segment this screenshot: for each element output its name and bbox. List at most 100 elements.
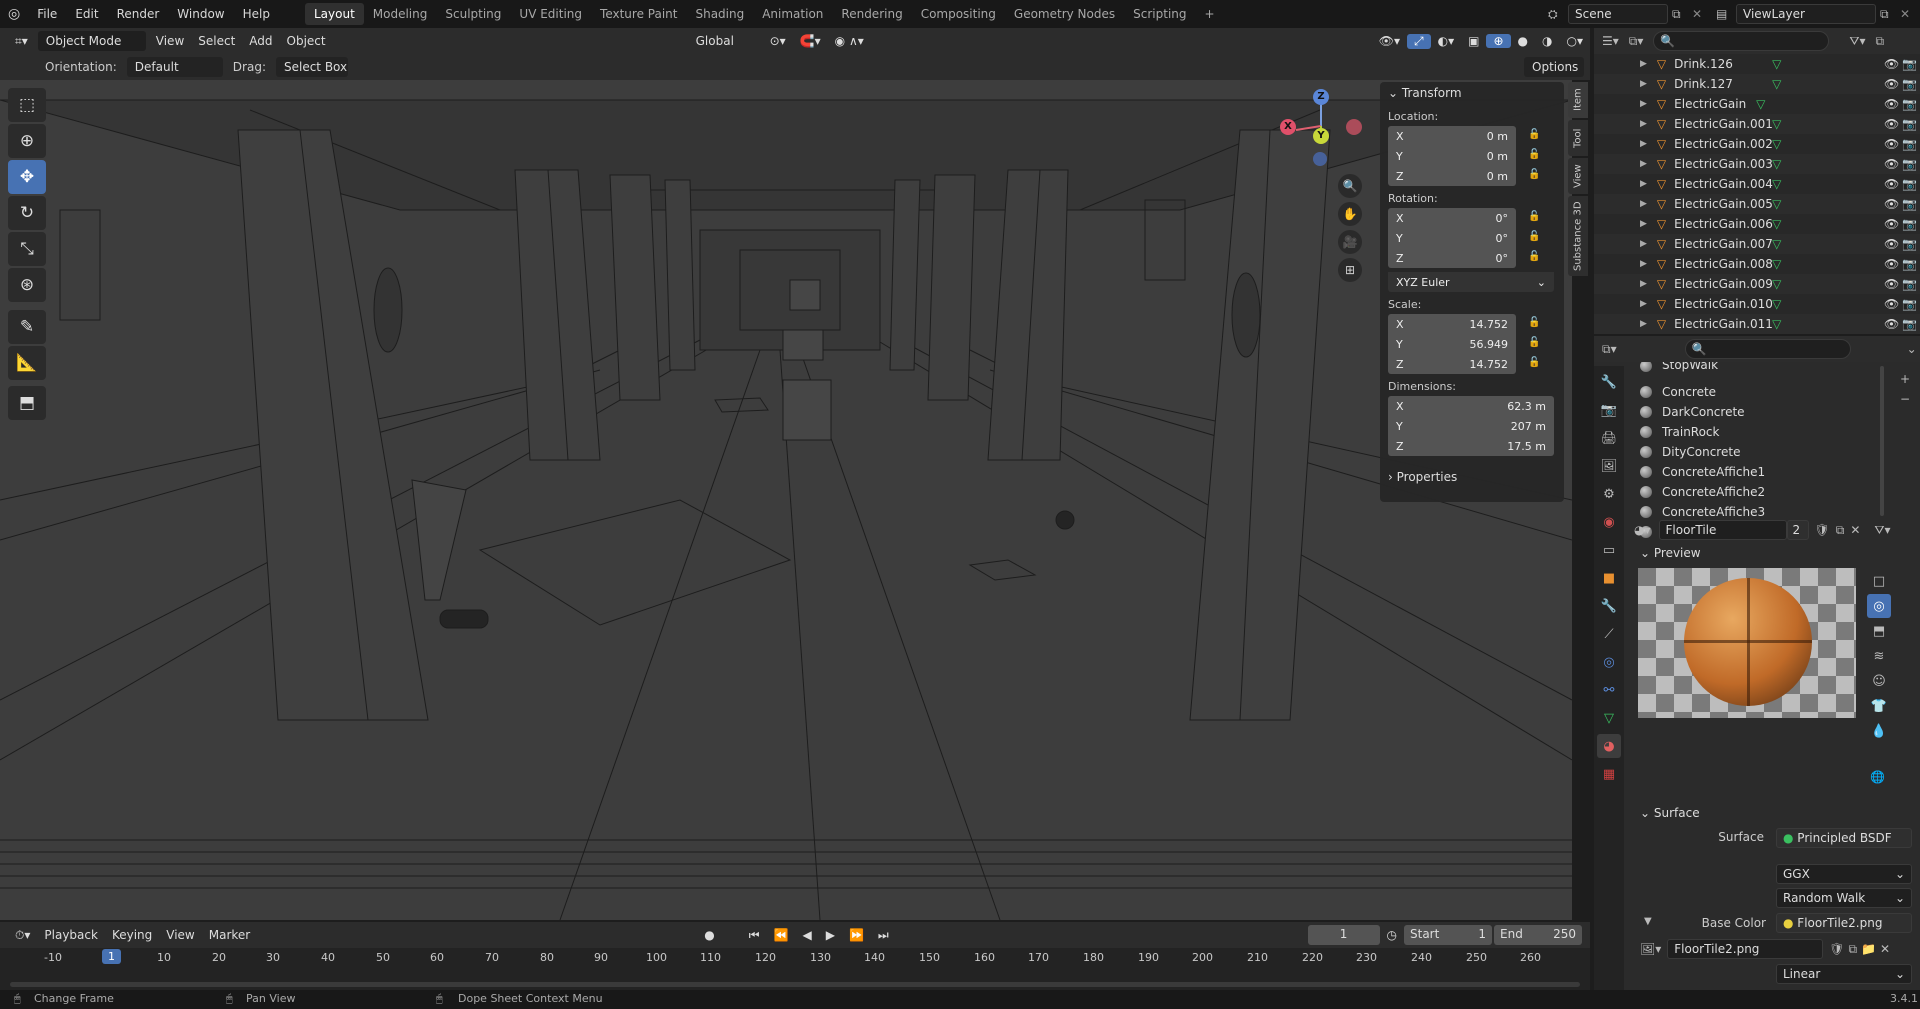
mode-selector[interactable]: Object Mode bbox=[37, 31, 146, 51]
expand-arrow-icon[interactable]: ▶ bbox=[1640, 159, 1647, 169]
render-camera-icon[interactable]: 📷 bbox=[1902, 117, 1917, 131]
render-camera-icon[interactable]: 📷 bbox=[1902, 97, 1917, 111]
rotation-z-field[interactable]: Z 0° 🔓 bbox=[1388, 248, 1540, 268]
jump-end-icon[interactable]: ⏭ bbox=[871, 928, 896, 943]
end-frame-field[interactable]: End 250 bbox=[1494, 925, 1582, 945]
visibility-eye-icon[interactable]: 👁 bbox=[1884, 137, 1899, 151]
render-camera-icon[interactable]: 📷 bbox=[1902, 77, 1917, 91]
viewlayer-close-icon[interactable]: ✕ bbox=[1900, 7, 1920, 21]
tab-rendering[interactable]: Rendering bbox=[832, 3, 911, 25]
menu-help[interactable]: Help bbox=[234, 0, 279, 28]
prev-keyframe-icon[interactable]: ⏪ bbox=[767, 928, 796, 942]
tab-item[interactable]: Item bbox=[1568, 82, 1588, 118]
distribution-selector[interactable]: GGX ⌄ bbox=[1776, 864, 1912, 884]
render-camera-icon[interactable]: 📷 bbox=[1902, 237, 1917, 251]
node-filter-icon[interactable]: ⛛▾ bbox=[1874, 523, 1890, 538]
location-z-field[interactable]: Z0 m 🔓 bbox=[1388, 166, 1540, 186]
transform-orientation-selector[interactable]: Global bbox=[687, 31, 760, 51]
preview-panel-header[interactable]: ⌄ Preview bbox=[1640, 546, 1701, 560]
constraints-props-icon[interactable]: ⚯ bbox=[1597, 678, 1621, 702]
collection-props-icon[interactable]: ▭ bbox=[1597, 538, 1621, 562]
outliner-row[interactable]: ▶ ▽ ElectricGain.009 ▽ 👁 📷 bbox=[1594, 274, 1920, 294]
blender-logo-icon[interactable]: ◎ bbox=[0, 0, 28, 28]
tab-scripting[interactable]: Scripting bbox=[1124, 3, 1195, 25]
expand-arrow-icon[interactable]: ▶ bbox=[1640, 99, 1647, 109]
rotation-mode-selector[interactable]: XYZ Euler ⌄ bbox=[1388, 272, 1554, 292]
dimensions-z-field[interactable]: Z 17.5 m bbox=[1388, 436, 1554, 456]
material-slot[interactable]: DarkConcrete bbox=[1640, 402, 1745, 422]
outliner-row[interactable]: ▶ ▽ ElectricGain.002 ▽ 👁 📷 bbox=[1594, 134, 1920, 154]
outliner-row[interactable]: ▶ ▽ ElectricGain.008 ▽ 👁 📷 bbox=[1594, 254, 1920, 274]
visibility-eye-icon[interactable]: 👁 bbox=[1884, 237, 1899, 251]
render-camera-icon[interactable]: 📷 bbox=[1902, 177, 1917, 191]
render-camera-icon[interactable]: 📷 bbox=[1902, 277, 1917, 291]
expand-arrow-icon[interactable]: ▶ bbox=[1640, 79, 1647, 89]
outliner-row[interactable]: ▶ ▽ ElectricGain.001 ▽ 👁 📷 bbox=[1594, 114, 1920, 134]
material-props-icon[interactable]: ◕ bbox=[1597, 734, 1621, 758]
expand-arrow-icon[interactable]: ▶ bbox=[1640, 279, 1647, 289]
lock-icon[interactable]: 🔓 bbox=[1528, 231, 1540, 243]
scene-close-icon[interactable]: ✕ bbox=[1692, 7, 1716, 21]
image-duplicate-icon[interactable]: ⧉ bbox=[1849, 942, 1858, 957]
lock-icon[interactable]: 🔓 bbox=[1528, 357, 1540, 369]
base-color-field[interactable]: ● FloorTile2.png bbox=[1776, 913, 1912, 933]
scene-new-icon[interactable]: ⧉ bbox=[1672, 7, 1692, 22]
shading-rendered-icon[interactable]: ○▾ bbox=[1560, 34, 1591, 48]
timeline-editor-icon[interactable]: ⏱▾ bbox=[8, 928, 37, 943]
play-reverse-icon[interactable]: ◀ bbox=[795, 928, 818, 942]
scene-props-icon[interactable]: ⚙ bbox=[1597, 482, 1621, 506]
editor-type-icon[interactable]: ⌗▾ bbox=[8, 34, 35, 49]
slot-add-button[interactable]: + bbox=[1900, 372, 1910, 386]
visibility-eye-icon[interactable]: 👁 bbox=[1884, 217, 1899, 231]
preview-cloth-icon[interactable]: 👕 bbox=[1867, 694, 1891, 718]
subsurface-method-selector[interactable]: Random Walk ⌄ bbox=[1776, 888, 1912, 908]
image-name-field[interactable]: FloorTile2.png bbox=[1667, 939, 1824, 959]
material-slot[interactable]: StopWalk bbox=[1640, 362, 1718, 372]
tab-shading[interactable]: Shading bbox=[686, 3, 753, 25]
menu-select[interactable]: Select bbox=[191, 34, 242, 48]
visibility-eye-icon[interactable]: 👁 bbox=[1884, 277, 1899, 291]
tab-geometry-nodes[interactable]: Geometry Nodes bbox=[1005, 3, 1124, 25]
gizmo-x-axis[interactable]: X bbox=[1280, 119, 1296, 135]
image-unlink-icon[interactable]: ✕ bbox=[1880, 942, 1890, 956]
material-slot[interactable]: TrainRock bbox=[1640, 422, 1719, 442]
menu-file[interactable]: File bbox=[28, 0, 66, 28]
outliner-row[interactable]: ▶ ▽ ElectricGain.006 ▽ 👁 📷 bbox=[1594, 214, 1920, 234]
tab-animation[interactable]: Animation bbox=[753, 3, 832, 25]
menu-edit[interactable]: Edit bbox=[66, 0, 107, 28]
outliner-display-icon[interactable]: ⧉▾ bbox=[1629, 34, 1644, 49]
preview-monkey-icon[interactable]: ☺ bbox=[1867, 669, 1891, 693]
add-workspace-button[interactable]: + bbox=[1196, 3, 1224, 25]
visibility-eye-icon[interactable]: 👁 bbox=[1884, 97, 1899, 111]
shading-material-icon[interactable]: ◑ bbox=[1535, 34, 1559, 48]
filter-icon[interactable]: ⛛▾ bbox=[1849, 34, 1865, 49]
expand-arrow-icon[interactable]: ▶ bbox=[1640, 59, 1647, 69]
snap-icon[interactable]: 🧲▾ bbox=[793, 34, 828, 48]
scale-y-field[interactable]: Y 56.949 🔓 bbox=[1388, 334, 1540, 354]
dimensions-x-field[interactable]: X 62.3 m bbox=[1388, 396, 1554, 416]
outliner-row[interactable]: ▶ ▽ ElectricGain ▽ 👁 📷 bbox=[1594, 94, 1920, 114]
render-props-icon[interactable]: 📷 bbox=[1597, 398, 1621, 422]
particles-props-icon[interactable]: ⟋ bbox=[1597, 622, 1621, 646]
orientation-selector[interactable]: Default bbox=[126, 57, 223, 77]
expand-arrow-icon[interactable]: ▶ bbox=[1640, 299, 1647, 309]
material-slot[interactable]: DityConcrete bbox=[1640, 442, 1740, 462]
preview-flat-icon[interactable]: □ bbox=[1867, 569, 1891, 593]
record-icon[interactable]: ● bbox=[697, 928, 721, 942]
add-cube-tool-icon[interactable]: ⬒ bbox=[8, 386, 46, 420]
render-camera-icon[interactable]: 📷 bbox=[1902, 197, 1917, 211]
tab-view[interactable]: View bbox=[1568, 158, 1588, 194]
gizmo-neg-x-axis[interactable] bbox=[1346, 119, 1362, 135]
menu-view[interactable]: View bbox=[149, 34, 191, 48]
scene-selector[interactable]: Scene bbox=[1568, 4, 1668, 24]
play-icon[interactable]: ▶ bbox=[819, 928, 842, 942]
proportional-edit-icon[interactable]: ◉ ∧▾ bbox=[828, 34, 871, 48]
material-slot[interactable]: Concrete bbox=[1640, 382, 1716, 402]
visibility-eye-icon[interactable]: 👁 bbox=[1884, 157, 1899, 171]
tab-modeling[interactable]: Modeling bbox=[364, 3, 437, 25]
annotate-tool-icon[interactable]: ✎ bbox=[8, 310, 46, 344]
render-camera-icon[interactable]: 📷 bbox=[1902, 157, 1917, 171]
visibility-icon[interactable]: 👁▾ bbox=[1372, 34, 1407, 48]
image-fake-user-icon[interactable]: 🛡 bbox=[1829, 942, 1844, 956]
overlays-icon[interactable]: ◐▾ bbox=[1431, 34, 1462, 48]
